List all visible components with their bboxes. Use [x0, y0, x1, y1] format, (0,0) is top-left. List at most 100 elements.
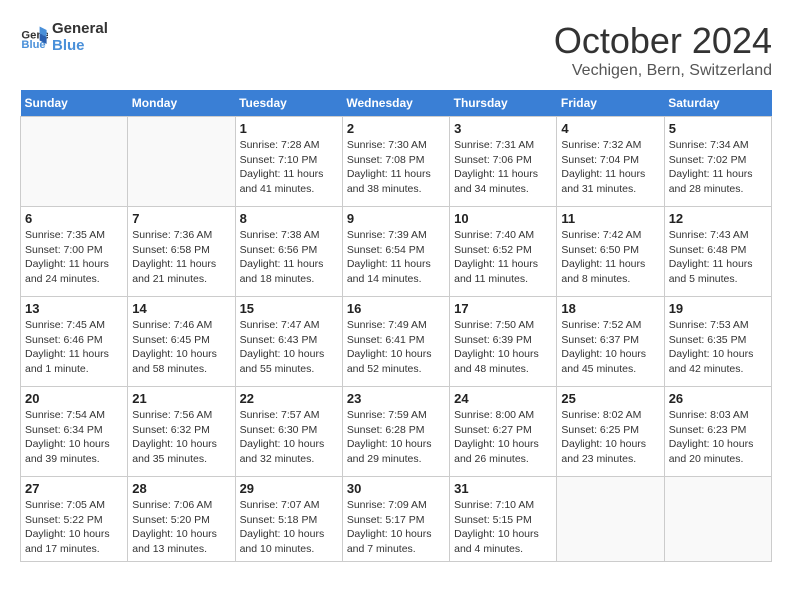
day-number: 17 [454, 301, 552, 316]
day-info: Sunrise: 7:35 AM Sunset: 7:00 PM Dayligh… [25, 228, 123, 287]
calendar-cell: 25Sunrise: 8:02 AM Sunset: 6:25 PM Dayli… [557, 387, 664, 477]
calendar-cell: 6 Sunrise: 7:35 AM Sunset: 7:00 PM Daylig… [21, 207, 128, 297]
day-number: 1 [240, 121, 338, 136]
day-number: 19 [669, 301, 767, 316]
logo-icon: General Blue [20, 23, 48, 51]
calendar-week-3: 13Sunrise: 7:45 AM Sunset: 6:46 PM Dayli… [21, 297, 772, 387]
weekday-header-tuesday: Tuesday [235, 90, 342, 117]
calendar-week-1: 1 Sunrise: 7:28 AM Sunset: 7:10 PM Daylig… [21, 117, 772, 207]
calendar-cell: 2 Sunrise: 7:30 AM Sunset: 7:08 PM Daylig… [342, 117, 449, 207]
weekday-row: SundayMondayTuesdayWednesdayThursdayFrid… [21, 90, 772, 117]
day-info: Sunrise: 8:00 AM Sunset: 6:27 PM Dayligh… [454, 408, 552, 467]
day-info: Sunrise: 7:06 AM Sunset: 5:20 PM Dayligh… [132, 498, 230, 557]
day-number: 28 [132, 481, 230, 496]
weekday-header-monday: Monday [128, 90, 235, 117]
calendar-cell: 13Sunrise: 7:45 AM Sunset: 6:46 PM Dayli… [21, 297, 128, 387]
day-info: Sunrise: 7:39 AM Sunset: 6:54 PM Dayligh… [347, 228, 445, 287]
day-number: 15 [240, 301, 338, 316]
day-info: Sunrise: 7:30 AM Sunset: 7:08 PM Dayligh… [347, 138, 445, 197]
day-info: Sunrise: 7:45 AM Sunset: 6:46 PM Dayligh… [25, 318, 123, 377]
calendar-cell: 15 Sunrise: 7:47 AM Sunset: 6:43 PM Dayli… [235, 297, 342, 387]
title-block: October 2024 Vechigen, Bern, Switzerland [554, 20, 772, 80]
day-number: 30 [347, 481, 445, 496]
logo-line2: Blue [52, 37, 108, 54]
day-number: 10 [454, 211, 552, 226]
calendar-cell: 31Sunrise: 7:10 AM Sunset: 5:15 PM Dayli… [450, 477, 557, 562]
calendar-cell: 22 Sunrise: 7:57 AM Sunset: 6:30 PM Dayli… [235, 387, 342, 477]
day-info: Sunrise: 7:38 AM Sunset: 6:56 PM Dayligh… [240, 228, 338, 287]
day-info: Sunrise: 7:47 AM Sunset: 6:43 PM Dayligh… [240, 318, 338, 377]
weekday-header-wednesday: Wednesday [342, 90, 449, 117]
day-number: 29 [240, 481, 338, 496]
day-number: 11 [561, 211, 659, 226]
day-info: Sunrise: 7:36 AM Sunset: 6:58 PM Dayligh… [132, 228, 230, 287]
day-number: 8 [240, 211, 338, 226]
day-info: Sunrise: 7:52 AM Sunset: 6:37 PM Dayligh… [561, 318, 659, 377]
weekday-header-sunday: Sunday [21, 90, 128, 117]
weekday-header-saturday: Saturday [664, 90, 771, 117]
day-number: 21 [132, 391, 230, 406]
calendar-cell: 1 Sunrise: 7:28 AM Sunset: 7:10 PM Daylig… [235, 117, 342, 207]
day-info: Sunrise: 7:43 AM Sunset: 6:48 PM Dayligh… [669, 228, 767, 287]
calendar-cell: 29 Sunrise: 7:07 AM Sunset: 5:18 PM Dayli… [235, 477, 342, 562]
calendar-cell: 7 Sunrise: 7:36 AM Sunset: 6:58 PM Daylig… [128, 207, 235, 297]
day-info: Sunrise: 7:07 AM Sunset: 5:18 PM Dayligh… [240, 498, 338, 557]
calendar-cell: 9 Sunrise: 7:39 AM Sunset: 6:54 PM Daylig… [342, 207, 449, 297]
day-number: 26 [669, 391, 767, 406]
day-number: 31 [454, 481, 552, 496]
calendar-header: SundayMondayTuesdayWednesdayThursdayFrid… [21, 90, 772, 117]
day-info: Sunrise: 7:56 AM Sunset: 6:32 PM Dayligh… [132, 408, 230, 467]
calendar: SundayMondayTuesdayWednesdayThursdayFrid… [20, 90, 772, 562]
weekday-header-friday: Friday [557, 90, 664, 117]
day-info: Sunrise: 7:49 AM Sunset: 6:41 PM Dayligh… [347, 318, 445, 377]
calendar-cell: 10 Sunrise: 7:40 AM Sunset: 6:52 PM Dayli… [450, 207, 557, 297]
day-info: Sunrise: 7:46 AM Sunset: 6:45 PM Dayligh… [132, 318, 230, 377]
weekday-header-thursday: Thursday [450, 90, 557, 117]
calendar-cell: 4Sunrise: 7:32 AM Sunset: 7:04 PM Daylig… [557, 117, 664, 207]
day-info: Sunrise: 7:53 AM Sunset: 6:35 PM Dayligh… [669, 318, 767, 377]
calendar-cell: 21 Sunrise: 7:56 AM Sunset: 6:32 PM Dayli… [128, 387, 235, 477]
day-info: Sunrise: 7:50 AM Sunset: 6:39 PM Dayligh… [454, 318, 552, 377]
day-number: 2 [347, 121, 445, 136]
day-info: Sunrise: 7:42 AM Sunset: 6:50 PM Dayligh… [561, 228, 659, 287]
calendar-cell: 20 Sunrise: 7:54 AM Sunset: 6:34 PM Dayli… [21, 387, 128, 477]
calendar-cell: 5Sunrise: 7:34 AM Sunset: 7:02 PM Daylig… [664, 117, 771, 207]
calendar-cell [664, 477, 771, 562]
day-number: 22 [240, 391, 338, 406]
day-number: 16 [347, 301, 445, 316]
calendar-week-5: 27Sunrise: 7:05 AM Sunset: 5:22 PM Dayli… [21, 477, 772, 562]
day-info: Sunrise: 7:31 AM Sunset: 7:06 PM Dayligh… [454, 138, 552, 197]
day-info: Sunrise: 7:57 AM Sunset: 6:30 PM Dayligh… [240, 408, 338, 467]
calendar-cell: 3Sunrise: 7:31 AM Sunset: 7:06 PM Daylig… [450, 117, 557, 207]
calendar-cell: 19 Sunrise: 7:53 AM Sunset: 6:35 PM Dayli… [664, 297, 771, 387]
logo: General Blue General Blue [20, 20, 108, 54]
day-info: Sunrise: 8:03 AM Sunset: 6:23 PM Dayligh… [669, 408, 767, 467]
calendar-cell: 24Sunrise: 8:00 AM Sunset: 6:27 PM Dayli… [450, 387, 557, 477]
calendar-cell: 14Sunrise: 7:46 AM Sunset: 6:45 PM Dayli… [128, 297, 235, 387]
day-info: Sunrise: 7:54 AM Sunset: 6:34 PM Dayligh… [25, 408, 123, 467]
page-header: General Blue General Blue October 2024 V… [20, 20, 772, 80]
day-number: 20 [25, 391, 123, 406]
location: Vechigen, Bern, Switzerland [554, 62, 772, 80]
day-number: 7 [132, 211, 230, 226]
logo-line1: General [52, 20, 108, 37]
calendar-cell: 30 Sunrise: 7:09 AM Sunset: 5:17 PM Dayli… [342, 477, 449, 562]
day-info: Sunrise: 7:09 AM Sunset: 5:17 PM Dayligh… [347, 498, 445, 557]
day-number: 12 [669, 211, 767, 226]
calendar-cell [21, 117, 128, 207]
day-info: Sunrise: 7:34 AM Sunset: 7:02 PM Dayligh… [669, 138, 767, 197]
day-info: Sunrise: 7:28 AM Sunset: 7:10 PM Dayligh… [240, 138, 338, 197]
calendar-cell [128, 117, 235, 207]
calendar-cell: 12 Sunrise: 7:43 AM Sunset: 6:48 PM Dayli… [664, 207, 771, 297]
calendar-cell: 16 Sunrise: 7:49 AM Sunset: 6:41 PM Dayli… [342, 297, 449, 387]
day-info: Sunrise: 7:40 AM Sunset: 6:52 PM Dayligh… [454, 228, 552, 287]
calendar-cell [557, 477, 664, 562]
calendar-cell: 28 Sunrise: 7:06 AM Sunset: 5:20 PM Dayli… [128, 477, 235, 562]
day-number: 6 [25, 211, 123, 226]
day-number: 18 [561, 301, 659, 316]
calendar-cell: 11 Sunrise: 7:42 AM Sunset: 6:50 PM Dayli… [557, 207, 664, 297]
day-info: Sunrise: 8:02 AM Sunset: 6:25 PM Dayligh… [561, 408, 659, 467]
day-info: Sunrise: 7:32 AM Sunset: 7:04 PM Dayligh… [561, 138, 659, 197]
day-info: Sunrise: 7:05 AM Sunset: 5:22 PM Dayligh… [25, 498, 123, 557]
day-number: 9 [347, 211, 445, 226]
